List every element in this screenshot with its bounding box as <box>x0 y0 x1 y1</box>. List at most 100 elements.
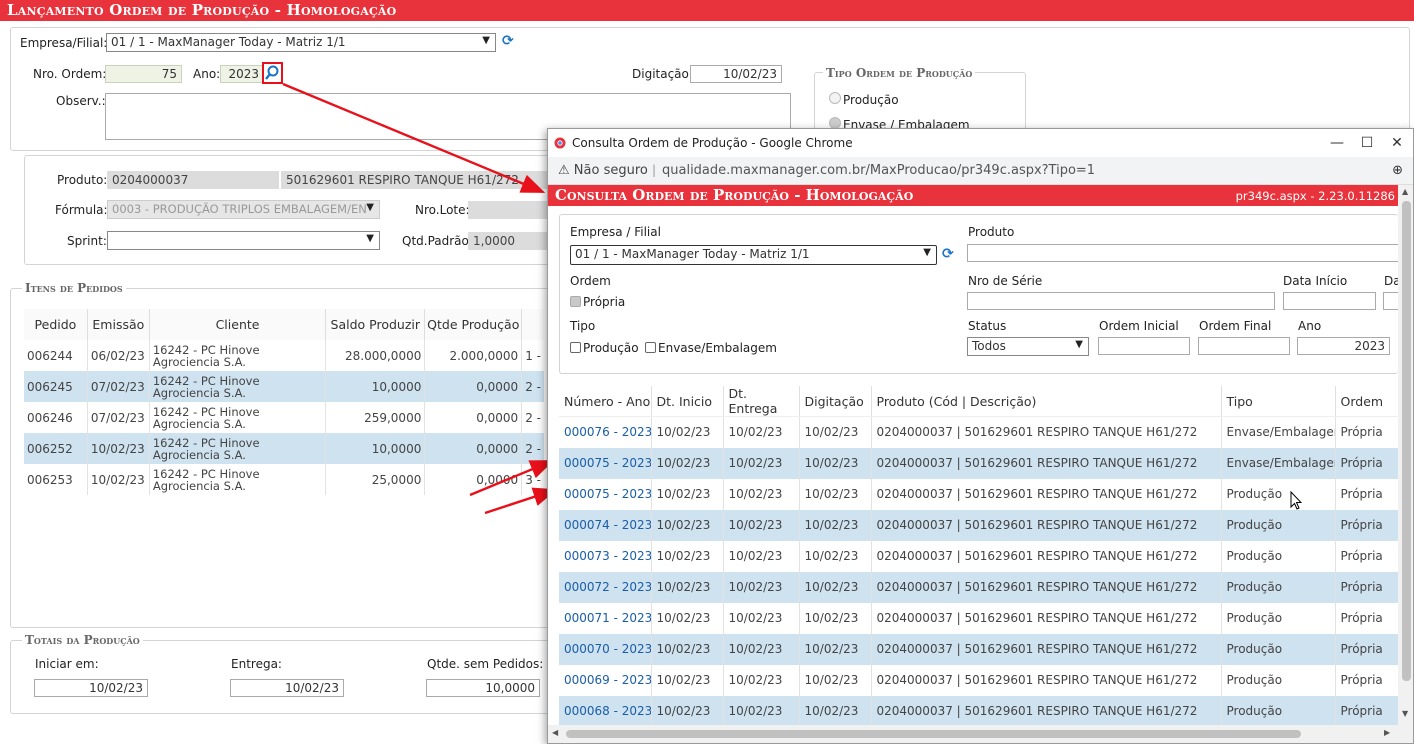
data-inicio-field[interactable] <box>1283 292 1376 310</box>
horizontal-scroll-thumb[interactable] <box>566 730 1301 738</box>
tipo-producao-checkbox[interactable]: Produção <box>570 341 639 355</box>
formula-select[interactable]: 0003 - PRODUÇÃO TRIPLOS EMBALAGEM/EN ▼ <box>107 200 380 219</box>
table-row[interactable]: 000073 - 2023 10/02/23 10/02/23 10/02/23… <box>559 540 1398 572</box>
produto-filter-field[interactable] <box>967 244 1398 262</box>
digitacao-cell: 10/02/23 <box>799 571 872 603</box>
refresh-icon[interactable]: ⟳ <box>502 33 514 49</box>
table-row[interactable]: 006245 07/02/23 16242 - PC Hinove Agroci… <box>24 371 544 402</box>
produto-cell: 0204000037 | 501629601 RESPIRO TANQUE H6… <box>871 571 1222 603</box>
table-row[interactable]: 006244 06/02/23 16242 - PC Hinove Agroci… <box>24 340 544 371</box>
url-text[interactable]: qualidade.maxmanager.com.br/MaxProducao/… <box>662 163 1095 178</box>
numero-link[interactable]: 000069 - 2023 <box>559 664 652 696</box>
entrega-field[interactable]: 10/02/23 <box>230 679 344 697</box>
qtde-sem-pedidos-field[interactable]: 10,0000 <box>426 679 540 697</box>
status-select[interactable]: Todos ▼ <box>967 337 1089 356</box>
numero-link[interactable]: 000076 - 2023 <box>559 416 652 448</box>
qtde-cell[interactable]: 0,0000 <box>424 371 523 402</box>
numero-link[interactable]: 000074 - 2023 <box>559 509 652 541</box>
numero-link[interactable]: 000073 - 2023 <box>559 540 652 572</box>
table-row[interactable]: 000071 - 2023 10/02/23 10/02/23 10/02/23… <box>559 602 1398 634</box>
ano-filter-field[interactable]: 2023 <box>1297 337 1390 355</box>
vertical-scrollbar[interactable]: ▲ ▼ <box>1398 185 1413 743</box>
numero-link[interactable]: 000071 - 2023 <box>559 602 652 634</box>
table-row[interactable]: 000069 - 2023 10/02/23 10/02/23 10/02/23… <box>559 664 1398 696</box>
empresa-select[interactable]: 01 / 1 - MaxManager Today - Matriz 1/1 ▼ <box>106 33 496 52</box>
numero-link[interactable]: 000075 - 2023 <box>559 447 652 479</box>
table-row[interactable]: 006252 10/02/23 16242 - PC Hinove Agroci… <box>24 433 544 464</box>
refresh-icon[interactable]: ⟳ <box>942 246 954 262</box>
entrega-label: Entrega: <box>231 657 282 671</box>
scroll-down-icon[interactable]: ▼ <box>1402 709 1408 718</box>
tipo-envase-checkbox[interactable]: Envase/Embalagem <box>645 341 777 355</box>
vertical-scroll-thumb[interactable] <box>1402 201 1411 681</box>
scroll-right-icon[interactable]: ▶ <box>1384 728 1390 737</box>
propria-checkbox[interactable]: Própria <box>570 295 625 309</box>
horizontal-scrollbar[interactable]: ◀ ▶ <box>548 725 1398 743</box>
col-cliente[interactable]: Cliente <box>149 309 327 340</box>
ano-field[interactable]: 2023 <box>220 65 264 83</box>
numero-link[interactable]: 000068 - 2023 <box>559 695 652 727</box>
col-saldo[interactable]: Saldo Produzir <box>325 309 426 340</box>
chrome-title-bar[interactable]: Consulta Ordem de Produção - Google Chro… <box>548 129 1413 157</box>
col-ordem[interactable]: Ordem <box>1335 386 1398 417</box>
popup-empresa-select[interactable]: 01 / 1 - MaxManager Today - Matriz 1/1 ▼ <box>570 245 937 265</box>
qtde-cell[interactable]: 0,0000 <box>424 402 523 433</box>
zoom-icon[interactable]: ⊕ <box>1392 163 1403 178</box>
numero-link[interactable]: 000070 - 2023 <box>559 633 652 665</box>
table-row[interactable]: 000072 - 2023 10/02/23 10/02/23 10/02/23… <box>559 571 1398 603</box>
col-qtde[interactable]: Qtde Produção <box>424 309 523 340</box>
scroll-up-icon[interactable]: ▲ <box>1402 187 1408 196</box>
col-tipo[interactable]: Tipo <box>1221 386 1336 417</box>
table-row[interactable]: 000075 - 2023 10/02/23 10/02/23 10/02/23… <box>559 478 1398 510</box>
col-emissao[interactable]: Emissão <box>87 309 150 340</box>
col-dt-inicio[interactable]: Dt. Inicio <box>651 386 724 417</box>
qtde-cell[interactable]: 2.000,0000 <box>424 340 523 371</box>
col-produto[interactable]: Produto (Cód | Descrição) <box>871 386 1222 417</box>
ordem-final-field[interactable] <box>1198 337 1290 355</box>
qtde-cell[interactable]: 0,0000 <box>424 433 523 464</box>
empresa-label: Empresa/Filial: <box>20 36 108 50</box>
digitacao-field[interactable]: 10/02/23 <box>690 65 782 83</box>
table-row[interactable]: 000070 - 2023 10/02/23 10/02/23 10/02/23… <box>559 633 1398 665</box>
minimize-icon[interactable]: — <box>1324 133 1350 153</box>
digitacao-cell: 10/02/23 <box>799 633 872 665</box>
address-bar[interactable]: ⚠ Não seguro | qualidade.maxmanager.com.… <box>548 157 1413 185</box>
qtde-cell[interactable]: 0,0000 <box>424 464 523 495</box>
search-button[interactable] <box>262 62 283 84</box>
nro-ordem-field[interactable]: 75 <box>105 65 182 83</box>
col-dt-entrega[interactable]: Dt. Entrega <box>723 386 800 417</box>
maximize-icon[interactable]: ☐ <box>1354 133 1380 153</box>
nro-serie-field[interactable] <box>967 292 1275 310</box>
table-row[interactable]: 000075 - 2023 10/02/23 10/02/23 10/02/23… <box>559 447 1398 479</box>
dt-entrega-cell: 10/02/23 <box>723 447 800 479</box>
dt-inicio-cell: 10/02/23 <box>651 540 724 572</box>
ordem-final-label: Ordem Final <box>1199 319 1272 333</box>
table-row[interactable]: 000076 - 2023 10/02/23 10/02/23 10/02/23… <box>559 416 1398 448</box>
col-pedido[interactable]: Pedido <box>24 309 88 340</box>
close-icon[interactable]: ✕ <box>1384 133 1410 153</box>
table-row[interactable]: 000074 - 2023 10/02/23 10/02/23 10/02/23… <box>559 509 1398 541</box>
numero-link[interactable]: 000072 - 2023 <box>559 571 652 603</box>
produto-cell: 0204000037 | 501629601 RESPIRO TANQUE H6… <box>871 447 1222 479</box>
produto-cell: 0204000037 | 501629601 RESPIRO TANQUE H6… <box>871 540 1222 572</box>
nro-lote-field[interactable] <box>468 201 548 219</box>
status-label: Status <box>968 319 1007 333</box>
col-digitacao[interactable]: Digitação <box>799 386 872 417</box>
data-fim-field[interactable] <box>1383 292 1398 310</box>
table-row[interactable]: 006246 07/02/23 16242 - PC Hinove Agroci… <box>24 402 544 433</box>
sprint-select[interactable]: ▼ <box>107 231 380 250</box>
col-numero-ano[interactable]: Número - Ano <box>559 386 652 417</box>
numero-link[interactable]: 000075 - 2023 <box>559 478 652 510</box>
dt-entrega-cell: 10/02/23 <box>723 664 800 696</box>
table-row[interactable]: 000068 - 2023 10/02/23 10/02/23 10/02/23… <box>559 695 1398 727</box>
iniciar-field[interactable]: 10/02/23 <box>34 679 148 697</box>
cliente-cell: 16242 - PC Hinove Agrociencia S.A. <box>149 464 327 495</box>
scroll-left-icon[interactable]: ◀ <box>552 728 558 737</box>
tipo-producao-radio[interactable] <box>829 92 841 104</box>
pedido-cell: 006253 <box>24 464 88 495</box>
tipo-cell: Produção <box>1221 509 1336 541</box>
table-row[interactable]: 006253 10/02/23 16242 - PC Hinove Agroci… <box>24 464 544 495</box>
ordem-inicial-field[interactable] <box>1098 337 1190 355</box>
produto-code-field[interactable]: 0204000037 <box>107 171 279 189</box>
not-secure-indicator[interactable]: ⚠ Não seguro <box>558 163 648 178</box>
